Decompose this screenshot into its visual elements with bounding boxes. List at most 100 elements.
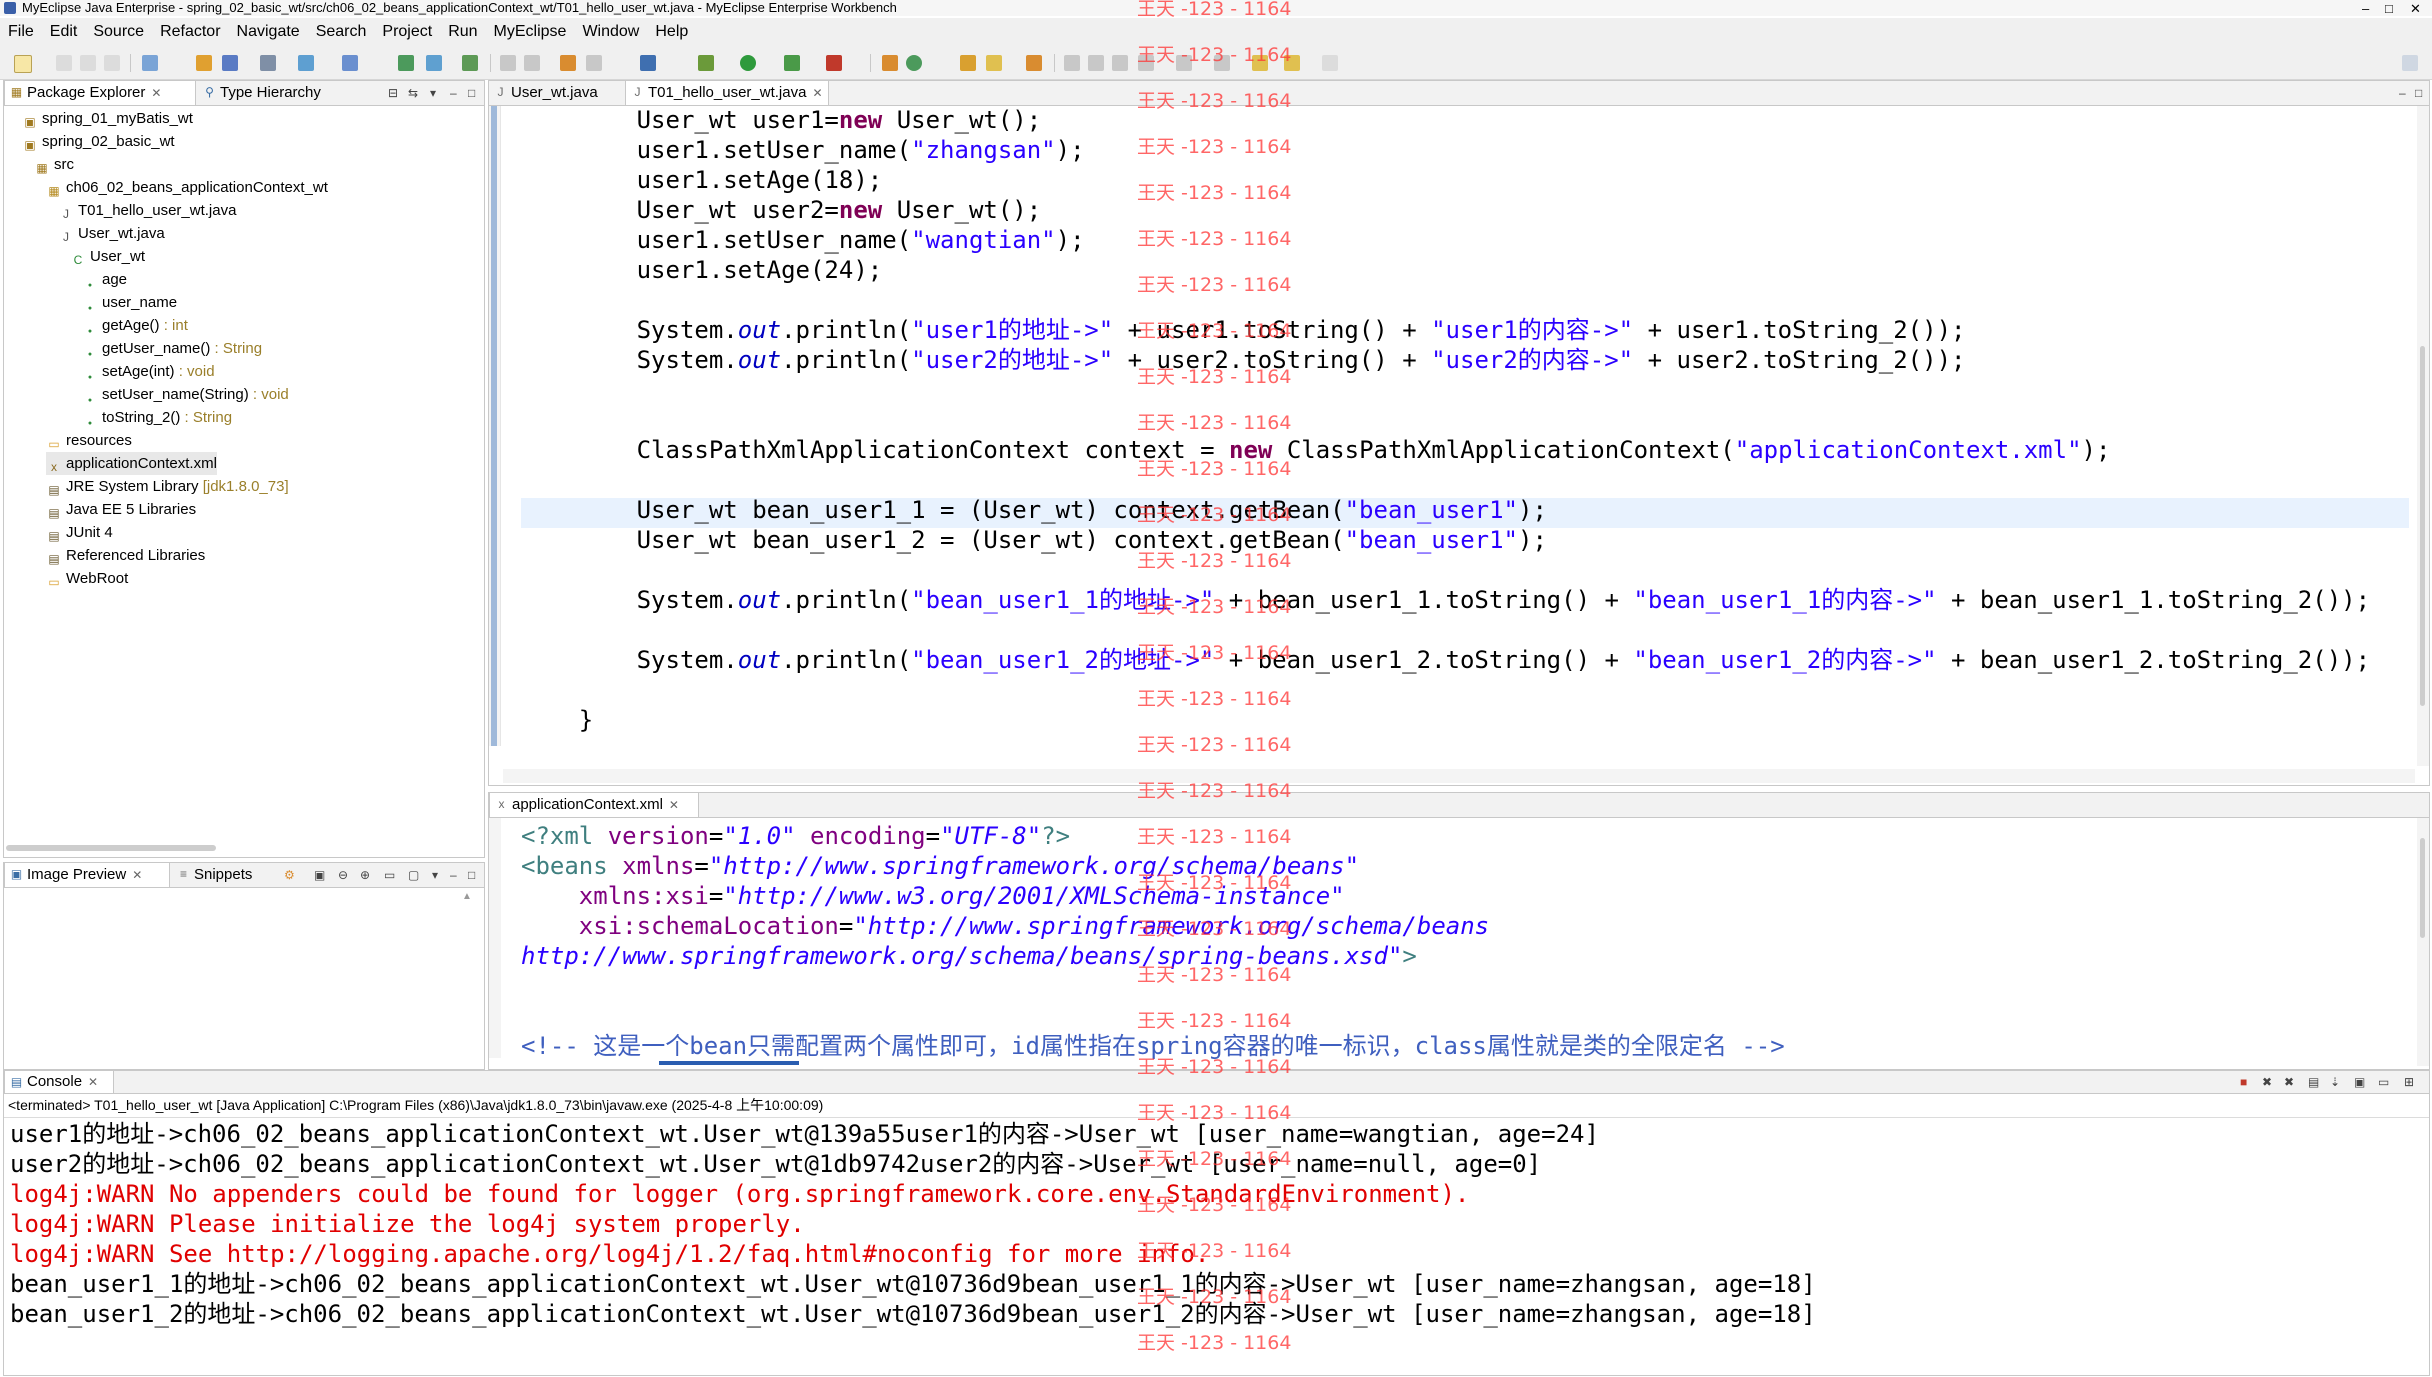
save-all-icon[interactable] <box>80 55 96 71</box>
tab-image-preview[interactable]: ▣ Image Preview ✕ <box>4 863 170 887</box>
tool-icon[interactable] <box>1112 55 1128 71</box>
tree-item[interactable]: ● user_name <box>82 291 177 314</box>
tree-item[interactable]: ▣ spring_01_myBatis_wt <box>22 107 193 130</box>
menu-search[interactable]: Search <box>308 18 375 46</box>
tree-item[interactable]: ▦ src <box>34 153 74 176</box>
tree-item[interactable]: ▣ spring_02_basic_wt <box>22 130 174 153</box>
zoom-in-icon[interactable]: ⊕ <box>360 869 370 881</box>
deploy-icon[interactable] <box>260 55 276 71</box>
globe-icon[interactable] <box>462 55 478 71</box>
menu-source[interactable]: Source <box>85 18 152 46</box>
tree-item[interactable]: ▤ JUnit 4 <box>46 521 112 544</box>
tool-icon[interactable] <box>524 55 540 71</box>
tool-icon[interactable] <box>560 55 576 71</box>
close-window-icon[interactable]: ✕ <box>2410 1 2422 16</box>
tab-console[interactable]: ▤ Console ✕ <box>4 1071 114 1093</box>
close-icon[interactable]: ✕ <box>669 798 679 812</box>
remove-all-launches-icon[interactable]: ✖ <box>2284 1076 2294 1088</box>
tree-item[interactable]: J User_wt.java <box>58 222 165 245</box>
tab-t01-hello-user-wt-java[interactable]: J T01_hello_user_wt.java ✕ <box>625 81 829 105</box>
external-tools-icon[interactable] <box>826 55 842 71</box>
xml-horizontal-scroll-thumb[interactable] <box>659 1061 799 1065</box>
tree-item[interactable]: ▭ WebRoot <box>46 567 128 590</box>
new-class-icon[interactable] <box>906 55 922 71</box>
tab-applicationcontext-xml[interactable]: x applicationContext.xml ✕ <box>489 793 699 817</box>
menu-edit[interactable]: Edit <box>42 18 86 46</box>
open-type-icon[interactable] <box>142 55 158 71</box>
menu-run[interactable]: Run <box>440 18 485 46</box>
minimize-icon[interactable]: – <box>2362 1 2374 16</box>
xml-scroll-thumb[interactable] <box>2420 838 2425 938</box>
server-icon[interactable] <box>222 55 238 71</box>
maximize-view-icon[interactable]: □ <box>468 869 475 881</box>
clear-console-icon[interactable]: ▤ <box>2308 1076 2319 1088</box>
tree-item[interactable]: ▭ resources <box>46 429 132 452</box>
tree-item[interactable]: ▦ ch06_02_beans_applicationContext_wt <box>46 176 328 199</box>
debug-icon[interactable] <box>698 55 714 71</box>
monitor-icon[interactable] <box>640 55 656 71</box>
tree-item[interactable]: ● toString_2() : String <box>82 406 232 429</box>
tab-package-explorer[interactable]: ▦ Package Explorer ✕ <box>4 81 196 105</box>
tree-item[interactable]: J T01_hello_user_wt.java <box>58 199 236 222</box>
menu-help[interactable]: Help <box>647 18 696 46</box>
run-configuration-icon[interactable] <box>784 55 800 71</box>
open-console-icon[interactable]: ⊞ <box>2404 1076 2414 1088</box>
tree-item[interactable]: ▤ JRE System Library [jdk1.8.0_73] <box>46 475 288 498</box>
tool-icon[interactable] <box>500 55 516 71</box>
tree-item[interactable]: ● getAge() : int <box>82 314 188 337</box>
view-menu-icon[interactable]: ▾ <box>432 869 438 881</box>
fit-icon[interactable]: ▣ <box>314 869 325 881</box>
close-icon[interactable]: ✕ <box>151 86 161 100</box>
close-icon[interactable]: ✕ <box>812 86 822 100</box>
new-file-icon[interactable] <box>14 55 32 73</box>
print-icon[interactable] <box>104 55 120 71</box>
editor-horizontal-scrollbar[interactable] <box>503 769 2415 783</box>
minimize-view-icon[interactable]: – <box>450 87 457 99</box>
minimize-view-icon[interactable]: – <box>2399 87 2406 99</box>
tool-icon[interactable] <box>586 55 602 71</box>
horizontal-scrollbar[interactable] <box>6 845 216 851</box>
forward-icon[interactable] <box>1322 55 1338 71</box>
tree-item[interactable]: x applicationContext.xml <box>46 452 217 475</box>
tab-user-wt-java[interactable]: J User_wt.java <box>489 81 623 105</box>
tool-icon[interactable] <box>426 55 442 71</box>
tree-item[interactable]: ▤ Referenced Libraries <box>46 544 205 567</box>
view-menu-icon[interactable]: ▾ <box>430 87 436 99</box>
menu-window[interactable]: Window <box>574 18 647 46</box>
remove-launch-icon[interactable]: ✖ <box>2262 1076 2272 1088</box>
tab-type-hierarchy[interactable]: ⚲ Type Hierarchy <box>198 81 338 105</box>
tree-item[interactable]: ● age <box>82 268 127 291</box>
tool-icon[interactable] <box>1026 55 1042 71</box>
editor-scroll-thumb[interactable] <box>2420 346 2425 706</box>
link-with-editor-icon[interactable]: ⇆ <box>408 87 418 99</box>
menu-refactor[interactable]: Refactor <box>152 18 228 46</box>
tree-item[interactable]: ● getUser_name() : String <box>82 337 262 360</box>
tab-snippets[interactable]: ≡ Snippets <box>172 863 272 887</box>
tree-item[interactable]: ● setAge(int) : void <box>82 360 215 383</box>
maximize-view-icon[interactable]: □ <box>468 87 475 99</box>
open-folder-icon[interactable] <box>960 55 976 71</box>
scroll-up-icon[interactable]: ▲ <box>462 891 474 902</box>
tree-item[interactable]: C User_wt <box>70 245 145 268</box>
tree-item[interactable]: ▤ Java EE 5 Libraries <box>46 498 196 521</box>
close-icon[interactable]: ✕ <box>88 1075 98 1089</box>
editor-vertical-scrollbar[interactable] <box>2417 106 2429 766</box>
new-java-project-icon[interactable] <box>882 55 898 71</box>
open-task-icon[interactable] <box>986 55 1002 71</box>
tool-icon[interactable] <box>342 55 358 71</box>
fullscreen-icon[interactable]: ▢ <box>408 869 419 881</box>
xml-vertical-scrollbar[interactable] <box>2417 818 2429 1066</box>
maximize-view-icon[interactable]: □ <box>2415 87 2422 99</box>
package-icon[interactable] <box>196 55 212 71</box>
close-icon[interactable]: ✕ <box>132 868 142 882</box>
tool-icon[interactable] <box>1064 55 1080 71</box>
maximize-icon[interactable]: □ <box>2385 1 2397 16</box>
tree-item[interactable]: ● setUser_name(String) : void <box>82 383 289 406</box>
tool-icon[interactable]: ⚙ <box>284 869 295 881</box>
zoom-out-icon[interactable]: ⊖ <box>338 869 348 881</box>
menu-project[interactable]: Project <box>374 18 440 46</box>
run-icon[interactable] <box>740 55 756 71</box>
open-perspective-icon[interactable] <box>2402 55 2418 71</box>
console-output[interactable]: user1的地址->ch06_02_beans_applicationConte… <box>10 1119 1816 1329</box>
menu-myeclipse[interactable]: MyEclipse <box>486 18 575 46</box>
